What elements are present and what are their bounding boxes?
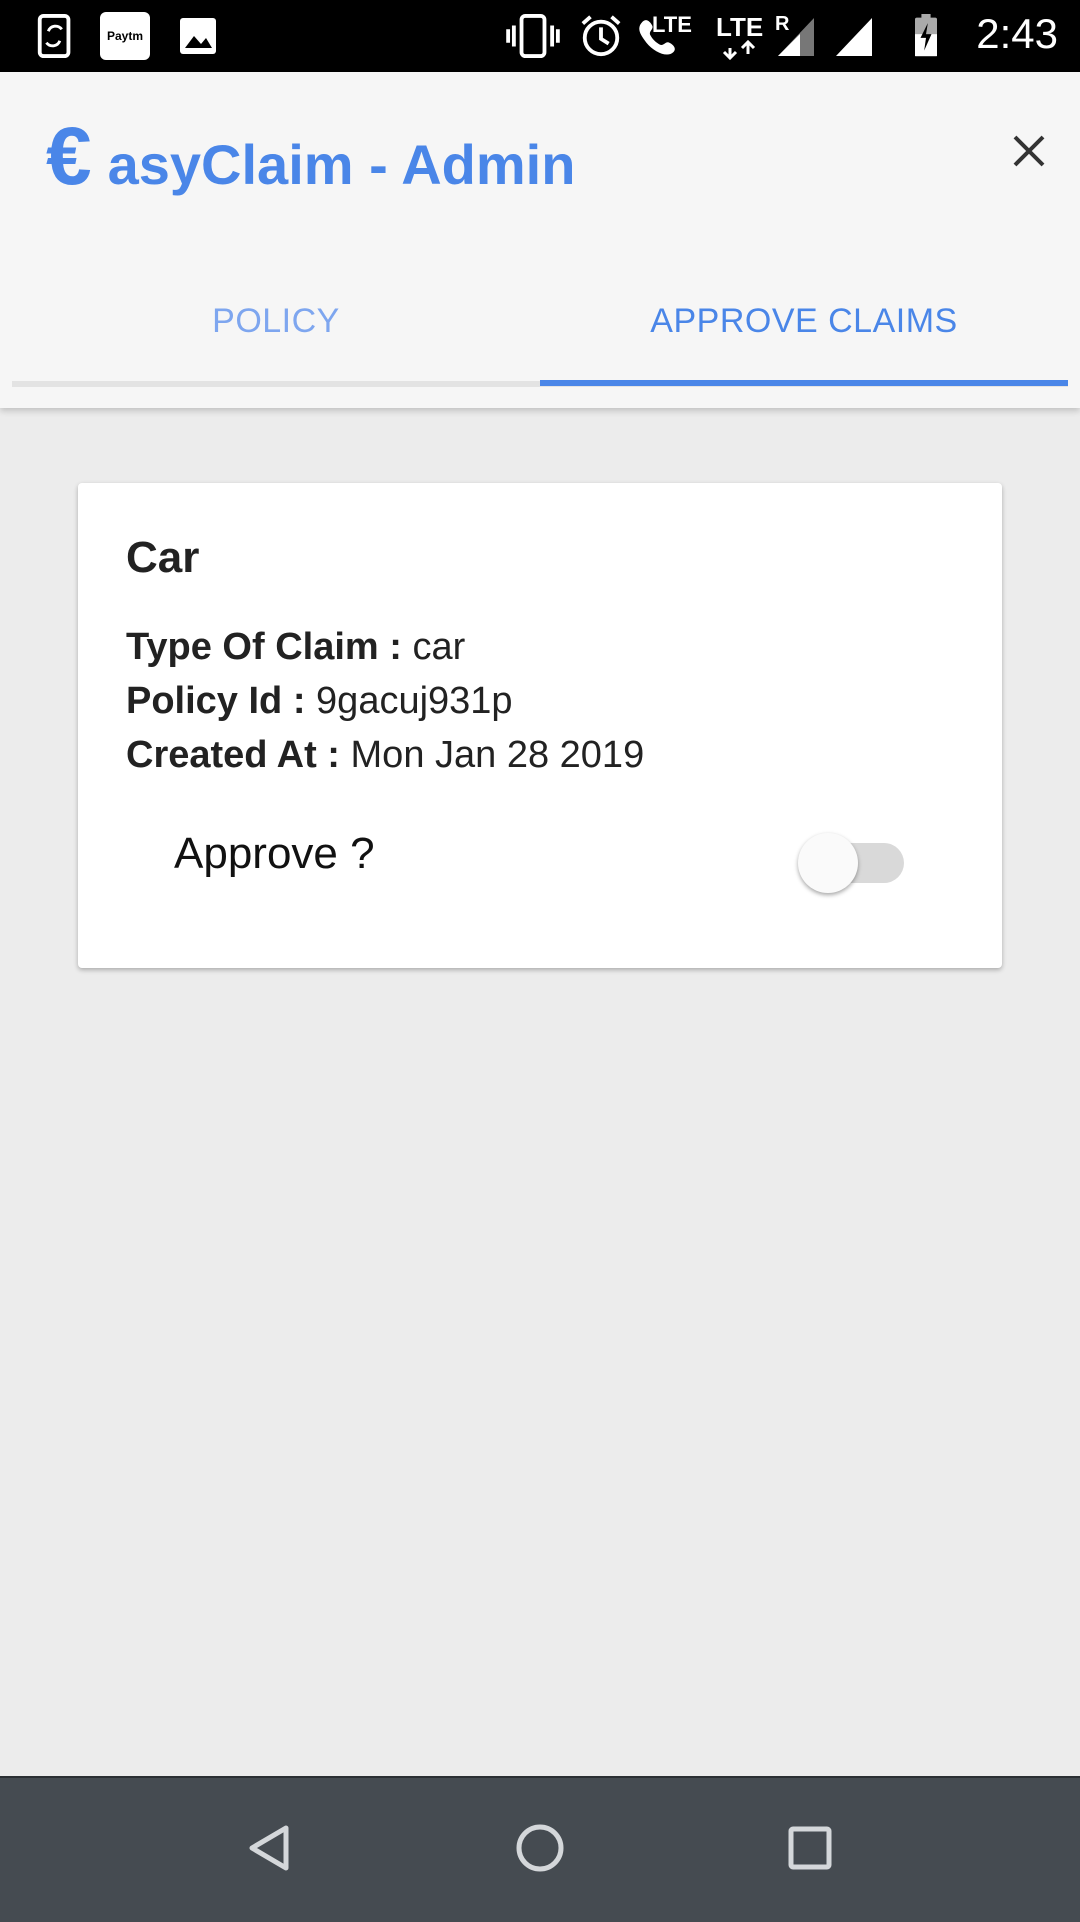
tab-approve-claims[interactable]: APPROVE CLAIMS <box>540 292 1068 392</box>
system-nav-bar <box>0 1776 1080 1922</box>
created-at-row: Created At : Mon Jan 28 2019 <box>126 734 644 777</box>
vibrate-icon <box>506 14 560 58</box>
alarm-icon <box>581 15 621 57</box>
created-at-value: Mon Jan 28 2019 <box>350 734 645 776</box>
signal-icon <box>836 18 872 56</box>
back-icon[interactable] <box>240 1818 300 1878</box>
lte-label: LTE <box>652 12 692 37</box>
image-icon <box>180 18 216 54</box>
policy-id-value: 9gacuj931p <box>316 680 513 722</box>
tab-active-indicator <box>540 380 1068 386</box>
lte-data-label: LTE <box>716 12 764 42</box>
status-bar: Paytm LTE LTE R 2:43 <box>0 0 1080 72</box>
approve-label: Approve ? <box>174 829 375 878</box>
tab-policy[interactable]: POLICY <box>12 292 540 392</box>
recents-icon[interactable] <box>780 1818 840 1878</box>
tab-bar: POLICY APPROVE CLAIMS <box>12 292 1068 392</box>
claim-type-label: Type Of Claim : <box>126 626 402 668</box>
created-at-label: Created At : <box>126 734 340 776</box>
signal-roaming-icon <box>778 18 814 56</box>
toggle-thumb <box>798 833 858 893</box>
policy-id-label: Policy Id : <box>126 680 306 722</box>
paytm-label: Paytm <box>106 29 144 43</box>
policy-id-row: Policy Id : 9gacuj931p <box>126 680 513 723</box>
app-header: € asyClaim - Admin POLICY APPROVE CLAIMS <box>0 72 1080 408</box>
close-icon <box>1013 135 1045 167</box>
battery-charging-icon <box>915 14 937 57</box>
app-title: asyClaim - Admin <box>107 133 576 196</box>
close-button[interactable] <box>1004 126 1054 176</box>
claim-type-value: car <box>412 626 466 668</box>
claim-card: Car Type Of Claim : car Policy Id : 9gac… <box>78 483 1002 968</box>
home-icon[interactable] <box>510 1818 570 1878</box>
claim-type-row: Type Of Claim : car <box>126 626 465 669</box>
claim-title: Car <box>126 533 200 582</box>
paytm-icon: Paytm <box>100 12 150 60</box>
brand-logo: € <box>46 111 92 202</box>
approve-toggle[interactable] <box>798 823 908 893</box>
brand: € asyClaim - Admin <box>46 116 575 206</box>
phone-sync-icon <box>37 14 71 58</box>
status-time: 2:43 <box>976 10 1058 57</box>
data-arrows-icon <box>722 40 756 60</box>
